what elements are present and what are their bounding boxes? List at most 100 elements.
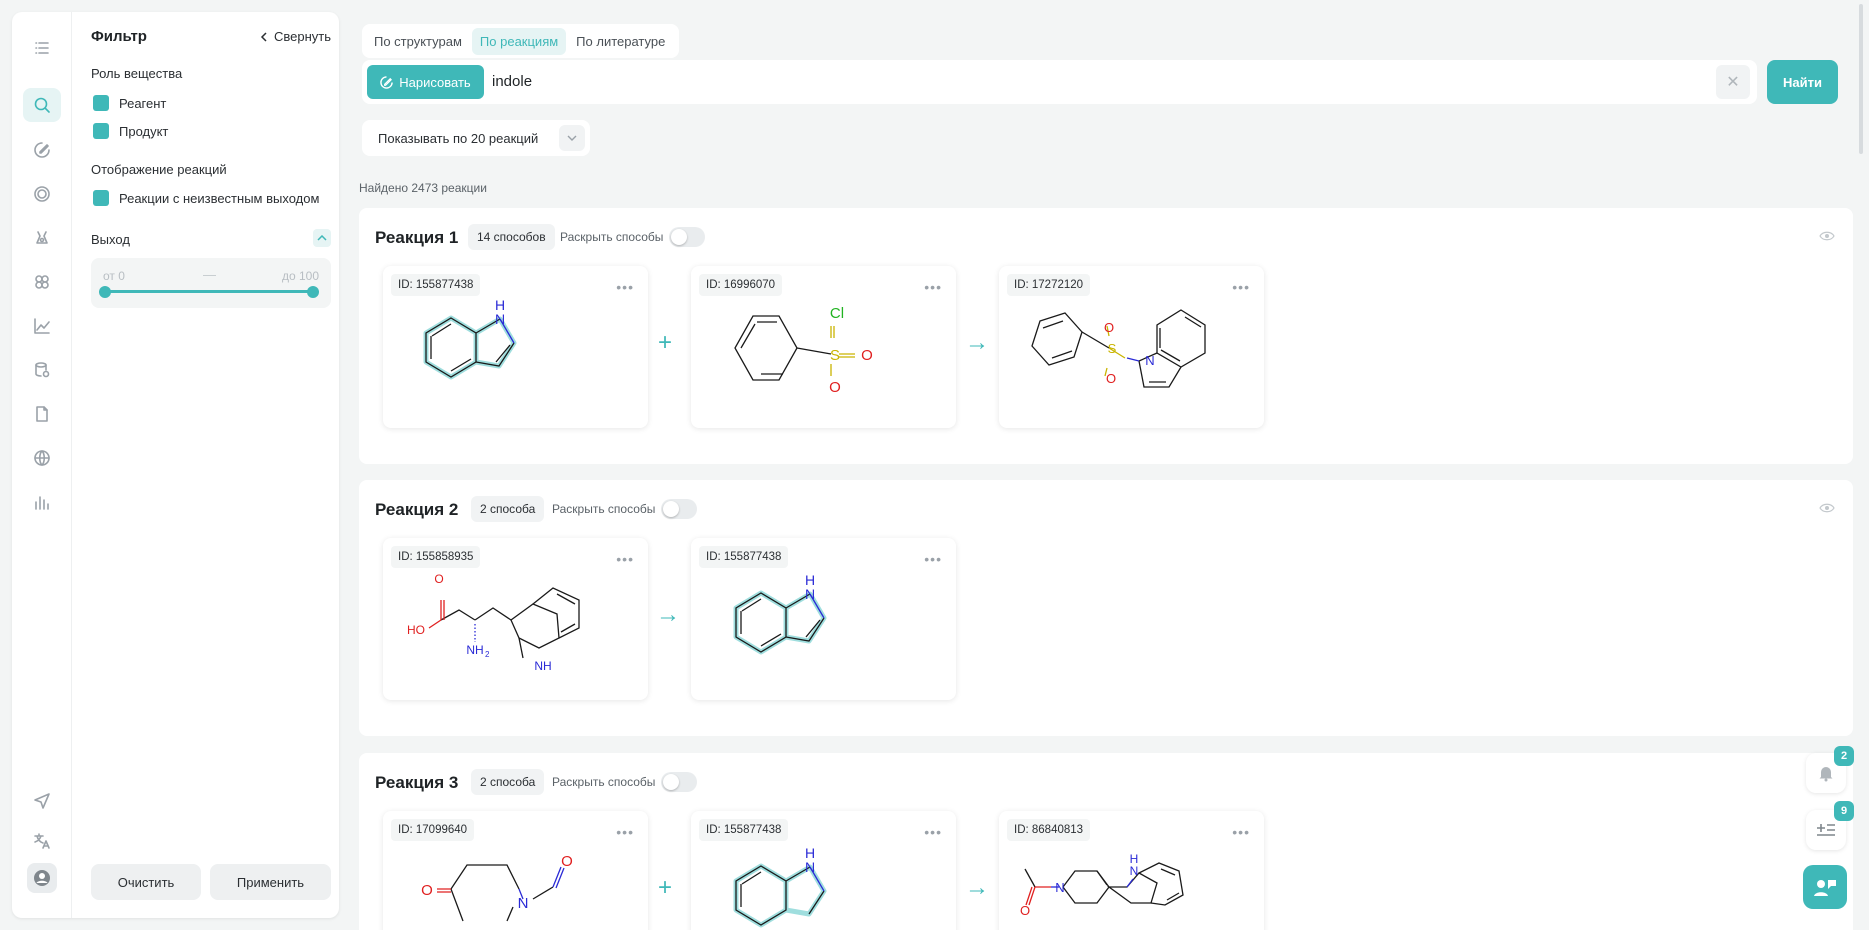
expand-toggle[interactable] — [669, 227, 705, 247]
svg-text:H: H — [1130, 852, 1139, 866]
arrow-right-icon: → — [965, 329, 989, 356]
flask-icon — [36, 231, 48, 244]
yield-label: Выход — [91, 232, 130, 247]
find-button[interactable]: Найти — [1767, 60, 1838, 104]
yield-from-input[interactable]: от 0 — [103, 269, 125, 283]
tryptophan-structure: O HO NH 2 NH — [407, 572, 580, 673]
svg-text:2: 2 — [485, 650, 490, 659]
chevron-up-icon — [317, 235, 327, 241]
chevron-down-icon — [567, 135, 577, 141]
target-icon — [34, 186, 50, 202]
support-chat-button[interactable] — [1803, 865, 1847, 909]
expand-label: Раскрыть способы — [552, 775, 656, 789]
molecule-card[interactable]: ID: 86840813 ••• N O N H — [999, 811, 1264, 930]
svg-text:H: H — [495, 297, 505, 313]
svg-text:Cl: Cl — [830, 305, 844, 322]
translate-icon — [34, 833, 50, 849]
checkbox-label: Реагент — [119, 95, 167, 111]
user-icon — [34, 870, 50, 886]
arrow-right-icon: → — [656, 601, 680, 628]
draw-icon — [380, 75, 394, 89]
rail-stats[interactable] — [23, 485, 61, 519]
svg-text:NH: NH — [466, 643, 483, 657]
yield-to-input[interactable]: до 100 — [282, 269, 319, 283]
svg-text:O: O — [861, 347, 873, 364]
list-icon — [35, 42, 49, 54]
rail-translate[interactable] — [23, 824, 61, 858]
expand-toggle[interactable] — [661, 772, 697, 792]
molecule-card[interactable]: ID: 155877438 ••• N H — [383, 266, 648, 428]
collapse-label: Свернуть — [273, 29, 331, 44]
tab-structures[interactable]: По структурам — [366, 28, 470, 55]
chart-icon — [34, 318, 50, 334]
arrow-right-icon: → — [965, 874, 989, 901]
svg-text:N: N — [1055, 880, 1064, 895]
reaction-title: Реакция 2 — [375, 500, 459, 519]
molecules-icon — [35, 275, 49, 289]
list-add-icon — [1817, 824, 1835, 836]
search-icon — [34, 97, 50, 113]
rail-chart[interactable] — [23, 309, 61, 343]
rail-draw[interactable] — [23, 133, 61, 167]
chevron-left-icon — [260, 31, 267, 42]
rail-search[interactable] — [23, 88, 61, 122]
svg-text:H: H — [805, 845, 815, 861]
checkbox-label: Продукт — [119, 123, 169, 139]
page-size-label: Показывать по 20 реакций — [378, 130, 539, 146]
checkbox-reagent[interactable]: Реагент — [93, 95, 166, 111]
support-icon — [1814, 880, 1836, 896]
svg-text:O: O — [829, 379, 841, 396]
yield-collapse-button[interactable] — [313, 229, 331, 247]
database-icon — [35, 362, 50, 378]
svg-text:N: N — [805, 586, 815, 602]
benzenesulfonyl-chloride-structure: S O O Cl — [734, 305, 873, 396]
rail-target[interactable] — [23, 177, 61, 211]
molecule-card[interactable]: ID: 155877438 ••• N H — [691, 538, 956, 700]
search-input[interactable]: indole — [492, 73, 532, 90]
checkbox-unknown-yield[interactable]: Реакции с неизвестным выходом — [93, 190, 319, 206]
svg-text:N: N — [495, 311, 505, 327]
molecule-card[interactable]: ID: 16996070 ••• S O O Cl — [691, 266, 956, 428]
checkbox-product[interactable]: Продукт — [93, 123, 168, 139]
plus-icon: + — [658, 874, 673, 901]
svg-text:N: N — [805, 859, 815, 875]
check-box — [93, 123, 109, 139]
range-handle-max[interactable] — [307, 286, 319, 298]
list-count-badge: 9 — [1834, 801, 1854, 821]
draw-button[interactable]: Нарисовать — [367, 65, 484, 99]
eye-icon[interactable] — [1819, 502, 1835, 514]
tab-reactions[interactable]: По реакциям — [471, 27, 567, 55]
search-mode-tabs: По структурам По реакциям По литературе — [362, 24, 680, 58]
apply-button[interactable]: Применить — [210, 864, 331, 900]
search-bar: Нарисовать indole ✕ — [362, 60, 1757, 104]
clear-search-button[interactable]: ✕ — [1716, 65, 1750, 99]
rail-globe[interactable] — [23, 441, 61, 475]
expand-label: Раскрыть способы — [560, 230, 664, 244]
page-size-select[interactable]: Показывать по 20 реакций — [362, 120, 590, 156]
expand-label: Раскрыть способы — [552, 502, 656, 516]
eye-icon[interactable] — [1819, 230, 1835, 242]
molecule-card[interactable]: ID: 17272120 ••• S O O N — [999, 266, 1264, 428]
molecule-card[interactable]: ID: 155858935 ••• O HO NH 2 NH — [383, 538, 648, 700]
methods-badge: 14 способов — [468, 224, 555, 250]
molecule-card[interactable]: ID: 155877438 ••• N H — [691, 811, 956, 930]
page-scrollbar[interactable] — [1859, 4, 1863, 154]
expand-toggle[interactable] — [661, 499, 697, 519]
page-size-dropdown[interactable] — [559, 125, 585, 151]
rail-document[interactable] — [23, 397, 61, 431]
bell-icon — [1819, 767, 1833, 782]
range-track — [104, 290, 314, 293]
rail-database[interactable] — [23, 353, 61, 387]
avatar[interactable] — [27, 863, 57, 893]
close-icon: ✕ — [1726, 74, 1740, 91]
collapse-button[interactable]: Свернуть — [260, 29, 331, 44]
range-handle-min[interactable] — [99, 286, 111, 298]
clear-button[interactable]: Очистить — [91, 864, 201, 900]
tab-literature[interactable]: По литературе — [568, 28, 673, 55]
rail-flask[interactable] — [23, 221, 61, 255]
molecule-card[interactable]: ID: 17099640 ••• O N O — [383, 811, 648, 930]
rail-list[interactable] — [23, 31, 61, 65]
rail-send[interactable] — [23, 784, 61, 818]
rail-molecules[interactable] — [23, 265, 61, 299]
svg-text:NH: NH — [534, 659, 551, 673]
